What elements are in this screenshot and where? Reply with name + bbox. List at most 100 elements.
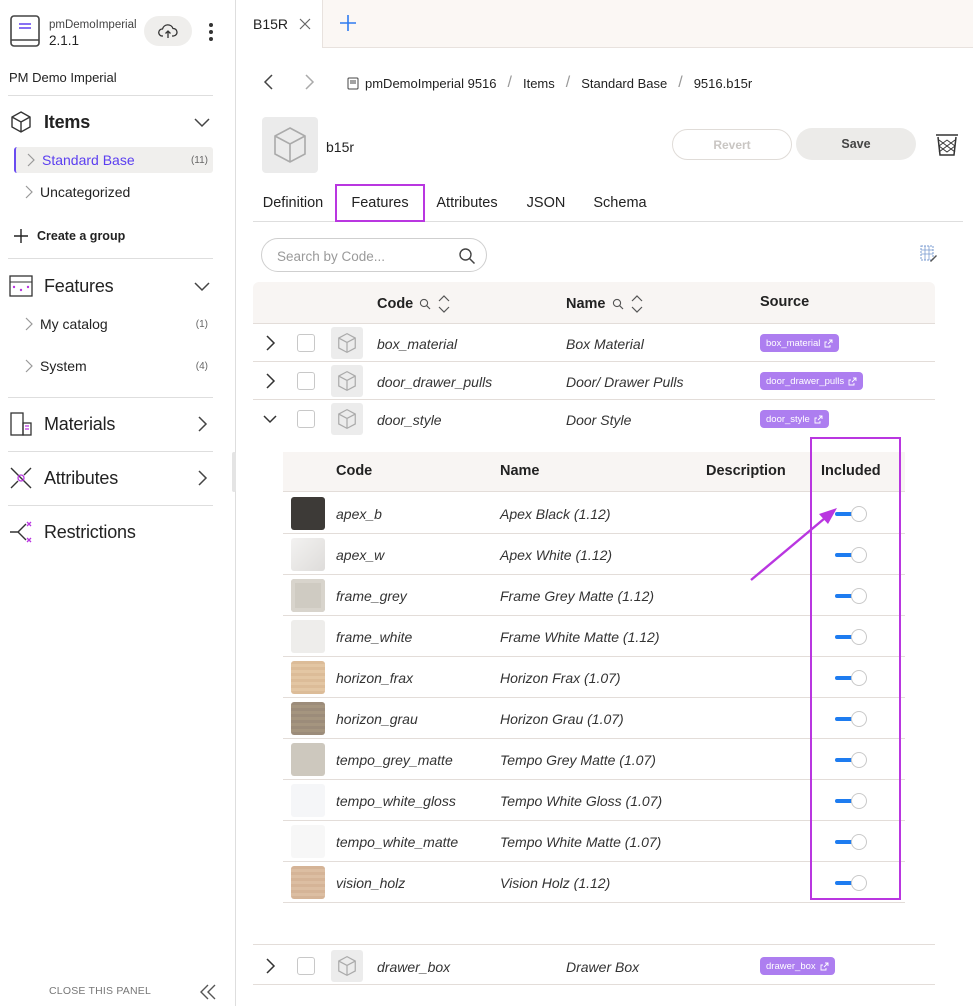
- sort-icon[interactable]: [437, 294, 451, 314]
- chevron-down-icon[interactable]: [193, 113, 211, 131]
- cloud-upload-button[interactable]: [144, 16, 192, 46]
- options-table-header: Code Name Description Included: [283, 452, 905, 492]
- row-checkbox[interactable]: [297, 410, 315, 428]
- breadcrumb-group[interactable]: Standard Base: [581, 76, 667, 91]
- source-badge[interactable]: door_drawer_pulls: [760, 372, 864, 390]
- included-toggle[interactable]: [835, 670, 867, 686]
- chevron-right-icon[interactable]: [263, 958, 277, 974]
- source-badge[interactable]: box_material: [760, 334, 840, 352]
- option-name: Tempo White Gloss (1.07): [500, 793, 663, 809]
- revert-button[interactable]: Revert: [672, 129, 792, 160]
- tab-json[interactable]: JSON: [519, 184, 573, 222]
- tab-features[interactable]: Features: [335, 184, 425, 222]
- chevron-down-icon[interactable]: [193, 277, 211, 295]
- search-input[interactable]: [277, 247, 447, 265]
- chevron-right-icon[interactable]: [193, 469, 211, 487]
- option-swatch: [291, 866, 325, 899]
- chevron-right-icon[interactable]: [263, 373, 277, 389]
- row-checkbox[interactable]: [297, 334, 315, 352]
- search-icon[interactable]: [419, 298, 431, 310]
- tab-label: B15R: [253, 16, 289, 32]
- breadcrumb-items[interactable]: Items: [523, 76, 555, 91]
- external-link-icon: [824, 339, 833, 347]
- tab-schema[interactable]: Schema: [587, 184, 653, 222]
- option-name: Apex White (1.12): [500, 547, 613, 563]
- plus-icon: [14, 229, 28, 243]
- feature-thumbnail: [331, 365, 363, 397]
- included-toggle[interactable]: [835, 834, 867, 850]
- chevron-right-icon[interactable]: [193, 415, 211, 433]
- section-items[interactable]: Items: [8, 104, 213, 140]
- save-button[interactable]: Save: [796, 128, 916, 160]
- app-name: pmDemoImperial: [49, 19, 137, 31]
- more-options-icon[interactable]: [203, 20, 219, 44]
- tab-b15r[interactable]: B15R: [237, 0, 323, 48]
- section-features-label: Features: [44, 275, 114, 296]
- list-item: tempo_grey_matte Tempo Grey Matte (1.07): [283, 739, 905, 780]
- chevron-down-icon[interactable]: [263, 411, 277, 427]
- item-thumbnail: [262, 117, 318, 173]
- table-row[interactable]: door_style Door Style door_style: [253, 400, 935, 438]
- tab-attributes[interactable]: Attributes: [429, 184, 505, 222]
- section-restrictions-label: Restrictions: [44, 521, 136, 542]
- option-code: tempo_white_gloss: [336, 793, 456, 809]
- section-features[interactable]: Features: [8, 268, 213, 304]
- search-icon[interactable]: [612, 298, 624, 310]
- option-swatch: [291, 497, 325, 530]
- close-icon[interactable]: [299, 18, 311, 30]
- breadcrumb: pmDemoImperial 9516 / Items / Standard B…: [347, 74, 752, 92]
- add-tab-icon[interactable]: [339, 14, 357, 32]
- materials-icon: [8, 411, 34, 437]
- feature-code: door_style: [377, 412, 442, 428]
- list-item: horizon_frax Horizon Frax (1.07): [283, 657, 905, 698]
- sidebar-item-system[interactable]: System (4): [14, 353, 213, 379]
- list-item: tempo_white_gloss Tempo White Gloss (1.0…: [283, 780, 905, 821]
- create-group-button[interactable]: Create a group: [14, 224, 125, 248]
- sidebar-item-standard-base[interactable]: Standard Base (11): [14, 147, 213, 173]
- section-attributes[interactable]: Attributes: [8, 460, 213, 496]
- included-toggle[interactable]: [835, 629, 867, 645]
- back-arrow-icon[interactable]: [262, 74, 276, 90]
- trash-icon[interactable]: [935, 131, 959, 157]
- included-toggle[interactable]: [835, 547, 867, 563]
- close-panel-label[interactable]: CLOSE THIS PANEL: [49, 985, 151, 997]
- sort-icon[interactable]: [630, 294, 644, 314]
- chevron-right-icon[interactable]: [263, 335, 277, 351]
- divider: [8, 95, 213, 96]
- door-style-options-panel: Code Name Description Included apex_b Ap…: [253, 437, 935, 945]
- divider: [8, 451, 213, 452]
- section-restrictions[interactable]: Restrictions: [8, 514, 213, 550]
- search-icon[interactable]: [458, 247, 476, 265]
- breadcrumb-catalog[interactable]: pmDemoImperial 9516: [365, 76, 497, 91]
- double-chevron-left-icon[interactable]: [199, 983, 217, 1001]
- row-checkbox[interactable]: [297, 372, 315, 390]
- included-toggle[interactable]: [835, 875, 867, 891]
- option-code: tempo_white_matte: [336, 834, 459, 850]
- forward-arrow-icon[interactable]: [302, 74, 316, 90]
- included-toggle[interactable]: [835, 588, 867, 604]
- sidebar-resize-handle[interactable]: [232, 452, 236, 492]
- included-toggle[interactable]: [835, 752, 867, 768]
- tab-definition[interactable]: Definition: [253, 184, 333, 222]
- list-item: horizon_grau Horizon Grau (1.07): [283, 698, 905, 739]
- table-row[interactable]: door_drawer_pulls Door/ Drawer Pulls doo…: [253, 362, 935, 400]
- table-row[interactable]: box_material Box Material box_material: [253, 324, 935, 362]
- section-materials[interactable]: Materials: [8, 406, 213, 442]
- divider: [8, 505, 213, 506]
- sidebar-item-my-catalog[interactable]: My catalog (1): [14, 311, 213, 337]
- included-toggle[interactable]: [835, 793, 867, 809]
- column-settings-icon[interactable]: [920, 245, 938, 263]
- source-badge[interactable]: door_style: [760, 410, 829, 428]
- column-header-name[interactable]: Name: [566, 294, 644, 314]
- item-count: (1): [195, 318, 208, 330]
- sidebar-item-uncategorized[interactable]: Uncategorized: [14, 179, 213, 205]
- feature-name: Drawer Box: [566, 959, 640, 975]
- column-header-code[interactable]: Code: [377, 294, 451, 314]
- option-swatch: [291, 825, 325, 858]
- table-row[interactable]: drawer_box Drawer Box drawer_box: [253, 947, 935, 985]
- source-badge[interactable]: drawer_box: [760, 957, 835, 975]
- included-toggle[interactable]: [835, 711, 867, 727]
- row-checkbox[interactable]: [297, 957, 315, 975]
- included-toggle[interactable]: [835, 506, 867, 522]
- cube-icon: [338, 332, 356, 354]
